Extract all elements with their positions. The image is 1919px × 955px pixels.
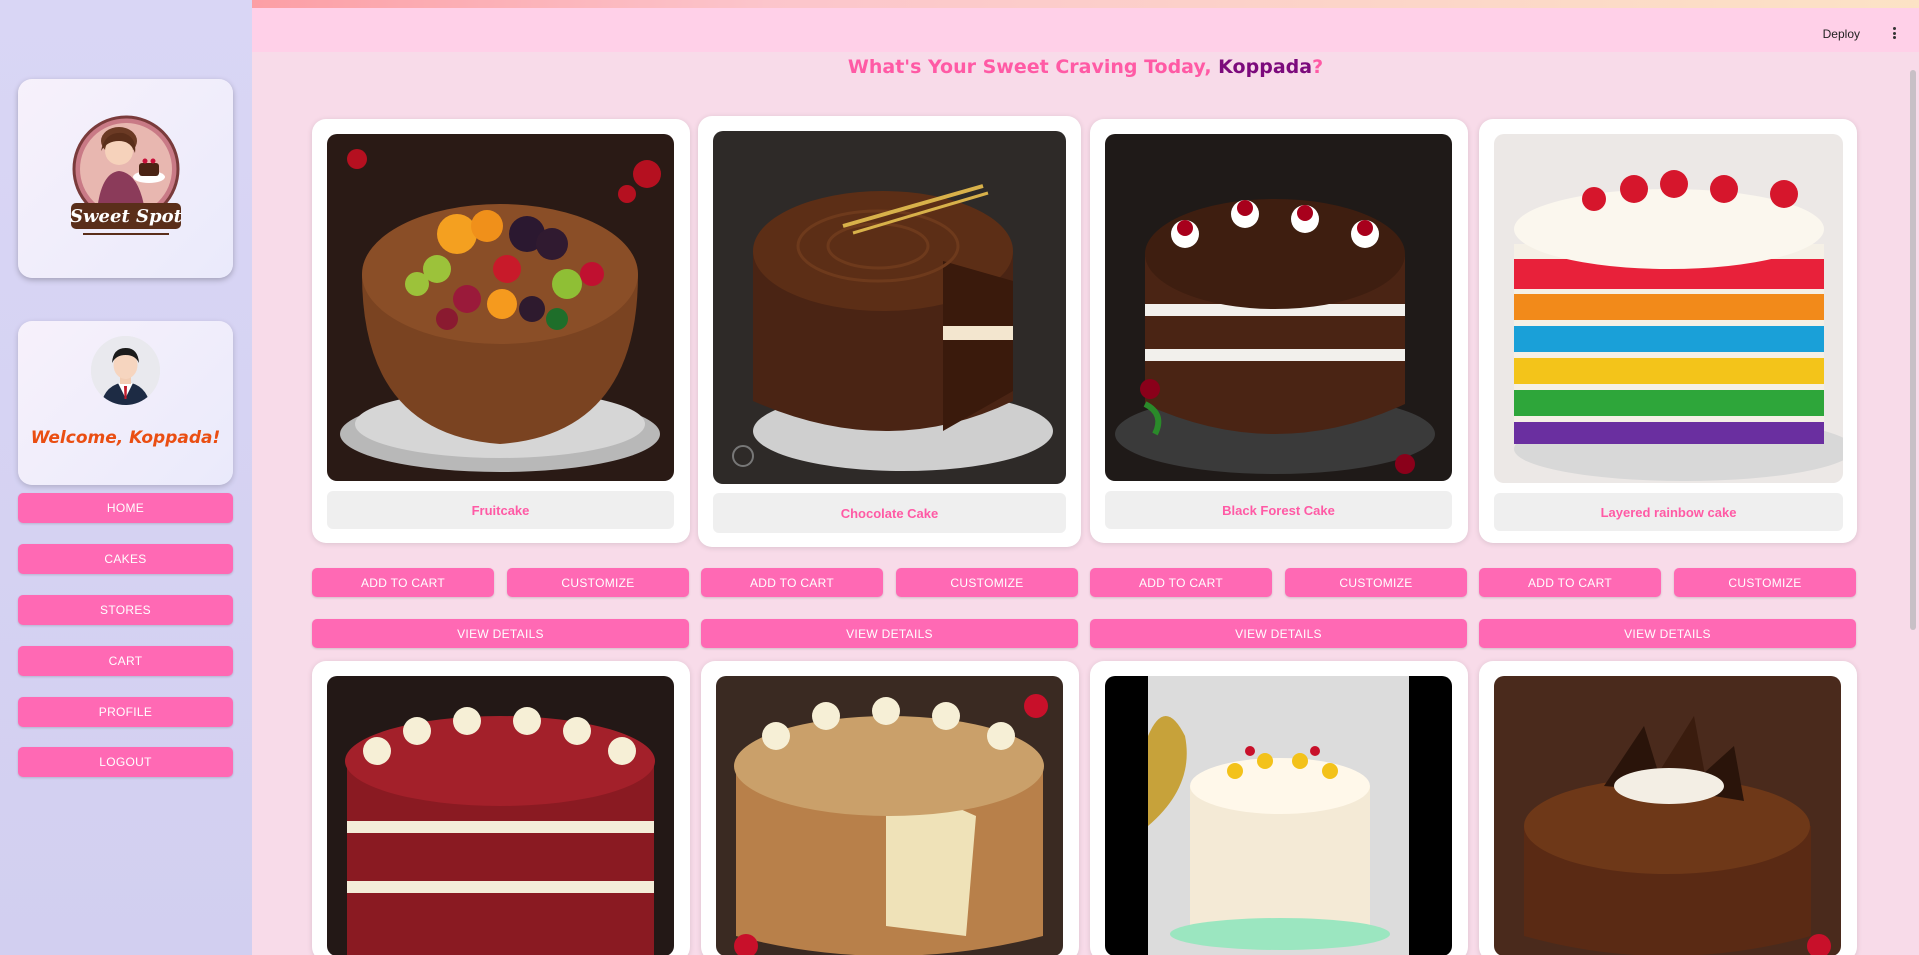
rainbow-cake-image[interactable]: [1494, 134, 1843, 483]
cake-card-pineapple: [1090, 661, 1468, 955]
svg-text:Sweet Spot: Sweet Spot: [70, 206, 183, 227]
sidebar: Sweet Spot Welcome, Koppada! HOME CAKES …: [0, 0, 252, 955]
kebab-menu-icon[interactable]: [1893, 27, 1897, 39]
avatar: [91, 336, 160, 405]
customize-button-rainbow[interactable]: CUSTOMIZE: [1674, 568, 1856, 597]
add-to-cart-button-black-forest[interactable]: ADD TO CART: [1090, 568, 1272, 597]
add-to-cart-button-chocolate[interactable]: ADD TO CART: [701, 568, 883, 597]
cake-card-rainbow: Layered rainbow cake: [1479, 119, 1857, 543]
greeting-suffix: ?: [1312, 56, 1324, 78]
profile-card: Welcome, Koppada!: [18, 321, 233, 485]
nav-stores-button[interactable]: STORES: [18, 595, 233, 625]
cake-card-fruitcake: Fruitcake: [312, 119, 690, 543]
nav-cakes-button[interactable]: CAKES: [18, 544, 233, 574]
add-to-cart-button-rainbow[interactable]: ADD TO CART: [1479, 568, 1661, 597]
page-scrollbar[interactable]: [1910, 70, 1916, 630]
greeting-prefix: What's Your Sweet Craving Today,: [847, 56, 1219, 78]
view-details-button-rainbow[interactable]: VIEW DETAILS: [1479, 619, 1856, 648]
fruitcake-image[interactable]: [327, 134, 674, 481]
cake-card-black-forest: Black Forest Cake: [1090, 119, 1468, 543]
customize-button-black-forest[interactable]: CUSTOMIZE: [1285, 568, 1467, 597]
cake-name-black-forest: Black Forest Cake: [1105, 491, 1452, 529]
cake-name-fruitcake: Fruitcake: [327, 491, 674, 529]
chocolate-mousse-cake-image[interactable]: [1494, 676, 1841, 955]
cake-card-coffee: [701, 661, 1079, 955]
pineapple-cake-image[interactable]: [1105, 676, 1452, 955]
nav-cart-button[interactable]: CART: [18, 646, 233, 676]
customize-button-fruitcake[interactable]: CUSTOMIZE: [507, 568, 689, 597]
top-accent-line: [0, 0, 1919, 8]
brand-logo-card: Sweet Spot: [18, 79, 233, 278]
nav-home-button[interactable]: HOME: [18, 493, 233, 523]
red-velvet-cake-image[interactable]: [327, 676, 674, 955]
add-to-cart-button-fruitcake[interactable]: ADD TO CART: [312, 568, 494, 597]
chocolate-cake-image[interactable]: [713, 131, 1066, 484]
nav-logout-button[interactable]: LOGOUT: [18, 747, 233, 777]
view-details-button-fruitcake[interactable]: VIEW DETAILS: [312, 619, 689, 648]
nav-profile-button[interactable]: PROFILE: [18, 697, 233, 727]
greeting-username: Koppada: [1218, 56, 1313, 78]
deploy-button[interactable]: Deploy: [1823, 27, 1860, 41]
page-title: What's Your Sweet Craving Today, Koppada…: [252, 56, 1919, 78]
welcome-message: Welcome, Koppada!: [30, 428, 221, 448]
cake-card-chocolate: Chocolate Cake: [698, 116, 1081, 547]
cake-card-chocolate-mousse: [1479, 661, 1857, 955]
cake-name-chocolate: Chocolate Cake: [713, 493, 1066, 533]
app-header: [252, 8, 1919, 52]
coffee-cake-image[interactable]: [716, 676, 1063, 955]
cake-card-red-velvet: [312, 661, 690, 955]
user-avatar-icon: [91, 336, 160, 405]
sweet-spot-logo: Sweet Spot: [70, 115, 183, 235]
view-details-button-black-forest[interactable]: VIEW DETAILS: [1090, 619, 1467, 648]
customize-button-chocolate[interactable]: CUSTOMIZE: [896, 568, 1078, 597]
view-details-button-chocolate[interactable]: VIEW DETAILS: [701, 619, 1078, 648]
black-forest-cake-image[interactable]: [1105, 134, 1452, 481]
cake-name-rainbow: Layered rainbow cake: [1494, 493, 1843, 531]
